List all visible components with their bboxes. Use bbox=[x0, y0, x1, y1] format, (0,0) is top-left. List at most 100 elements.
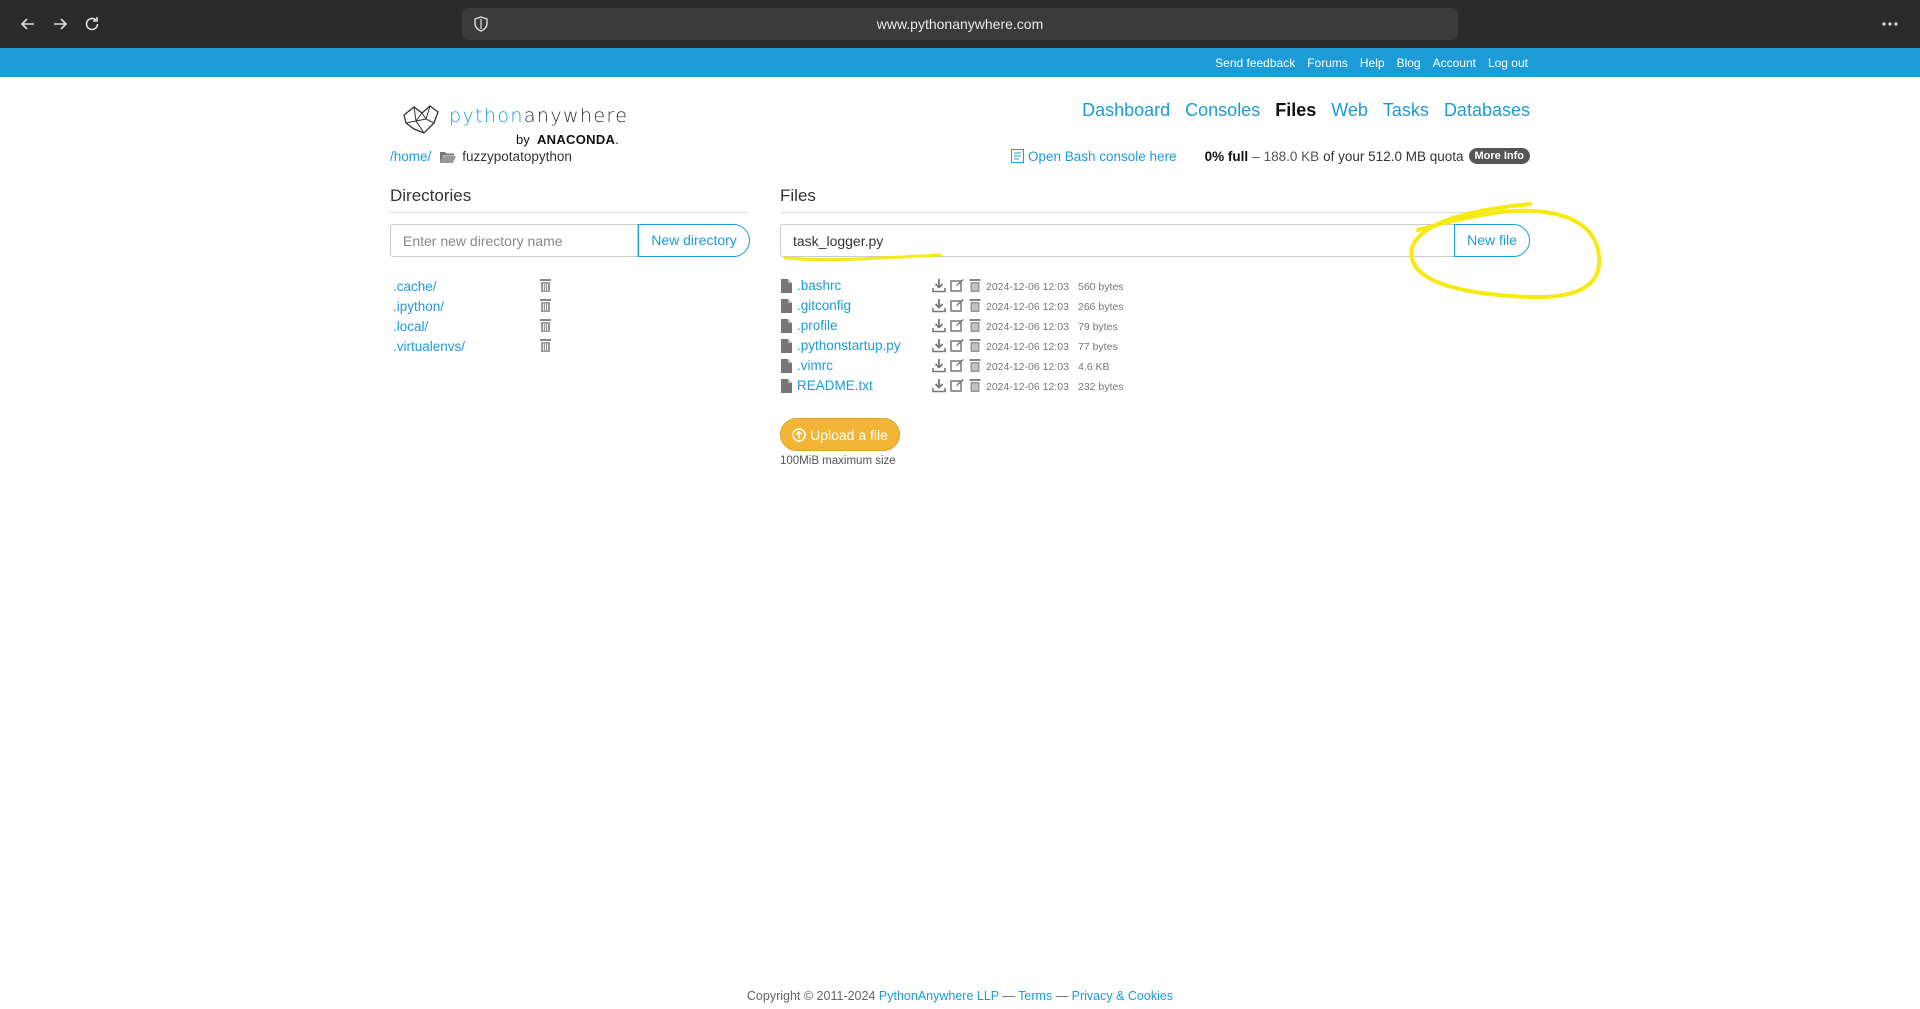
directory-row: .ipython/ bbox=[393, 298, 553, 318]
forums-link[interactable]: Forums bbox=[1307, 56, 1348, 70]
file-icon bbox=[781, 299, 792, 313]
forward-icon[interactable] bbox=[48, 12, 72, 36]
trash-icon[interactable] bbox=[968, 298, 982, 313]
directories-title: Directories bbox=[390, 186, 749, 213]
file-row: README.txt 2024-12-06 12:03 232 bytes bbox=[780, 378, 1140, 398]
nav-files[interactable]: Files bbox=[1275, 100, 1316, 121]
pythonanywhere-logo[interactable]: pythonanywhere by ANACONDA. bbox=[400, 101, 630, 151]
quota-dash: – bbox=[1252, 148, 1260, 164]
nav-dashboard[interactable]: Dashboard bbox=[1082, 100, 1170, 121]
download-icon[interactable] bbox=[932, 338, 946, 353]
main-nav: Dashboard Consoles Files Web Tasks Datab… bbox=[1067, 100, 1530, 121]
file-row: .pythonstartup.py 2024-12-06 12:03 77 byte… bbox=[780, 338, 1140, 358]
trash-icon[interactable] bbox=[968, 378, 982, 393]
file-icon bbox=[781, 359, 792, 373]
trash-icon[interactable] bbox=[539, 338, 552, 353]
help-link[interactable]: Help bbox=[1360, 56, 1385, 70]
file-icon bbox=[781, 319, 792, 333]
browser-toolbar: www.pythonanywhere.com bbox=[0, 0, 1920, 48]
open-bash-console-link[interactable]: Open Bash console here bbox=[1010, 149, 1177, 164]
top-bar: Send feedback Forums Help Blog Account L… bbox=[0, 48, 1920, 77]
account-link[interactable]: Account bbox=[1433, 56, 1476, 70]
directory-link[interactable]: .ipython/ bbox=[393, 299, 444, 314]
edit-icon[interactable] bbox=[950, 298, 964, 313]
privacy-link[interactable]: Privacy & Cookies bbox=[1072, 989, 1173, 1003]
yellow-annotation-highlight bbox=[783, 202, 1602, 300]
edit-icon[interactable] bbox=[950, 318, 964, 333]
footer-sep-1: — bbox=[1002, 989, 1015, 1003]
new-directory-input[interactable] bbox=[390, 224, 638, 257]
upload-label: Upload a file bbox=[810, 426, 888, 443]
logout-link[interactable]: Log out bbox=[1488, 56, 1528, 70]
nav-consoles[interactable]: Consoles bbox=[1185, 100, 1260, 121]
file-size: 232 bytes bbox=[1078, 381, 1124, 393]
blog-link[interactable]: Blog bbox=[1397, 56, 1421, 70]
file-link[interactable]: .pythonstartup.py bbox=[797, 338, 901, 353]
edit-icon[interactable] bbox=[950, 338, 964, 353]
quota-used: 188.0 KB bbox=[1263, 148, 1320, 164]
breadcrumb: /home/ fuzzypotatopython bbox=[390, 149, 572, 164]
edit-icon[interactable] bbox=[950, 278, 964, 293]
file-date: 2024-12-06 12:03 bbox=[986, 281, 1069, 293]
directory-link[interactable]: .cache/ bbox=[393, 279, 437, 294]
send-feedback-link[interactable]: Send feedback bbox=[1215, 56, 1295, 70]
nav-tasks[interactable]: Tasks bbox=[1383, 100, 1429, 121]
address-bar[interactable]: www.pythonanywhere.com bbox=[462, 8, 1458, 40]
console-icon bbox=[1010, 149, 1024, 163]
file-list: .bashrc 2024-12-06 12:03 560 bytes .gitconf… bbox=[780, 278, 1140, 398]
file-link[interactable]: .gitconfig bbox=[797, 298, 851, 313]
trash-icon[interactable] bbox=[968, 318, 982, 333]
terms-link[interactable]: Terms bbox=[1018, 989, 1052, 1003]
edit-icon[interactable] bbox=[950, 358, 964, 373]
quota-bar: Open Bash console here 0% full – 188.0 K… bbox=[1010, 148, 1530, 164]
file-row: .gitconfig 2024-12-06 12:03 266 bytes bbox=[780, 298, 1140, 318]
directory-row: .virtualenvs/ bbox=[393, 338, 553, 358]
directory-list: .cache/ .ipython/ .local/ .virtualenvs/ bbox=[393, 278, 553, 358]
trash-icon[interactable] bbox=[968, 358, 982, 373]
file-link[interactable]: README.txt bbox=[797, 378, 873, 393]
more-info-badge[interactable]: More Info bbox=[1468, 148, 1530, 164]
nav-databases[interactable]: Databases bbox=[1444, 100, 1530, 121]
file-size: 77 bytes bbox=[1078, 341, 1118, 353]
reload-icon[interactable] bbox=[80, 12, 104, 36]
download-icon[interactable] bbox=[932, 358, 946, 373]
new-directory-button[interactable]: New directory bbox=[638, 224, 750, 257]
file-date: 2024-12-06 12:03 bbox=[986, 341, 1069, 353]
download-icon[interactable] bbox=[932, 298, 946, 313]
more-menu-icon[interactable] bbox=[1876, 10, 1904, 38]
file-icon bbox=[781, 379, 792, 393]
trash-icon[interactable] bbox=[539, 298, 552, 313]
back-icon[interactable] bbox=[16, 12, 40, 36]
copyright-text: Copyright © 2011-2024 bbox=[746, 989, 876, 1003]
files-title: Files bbox=[780, 186, 1529, 213]
download-icon[interactable] bbox=[932, 318, 946, 333]
edit-icon[interactable] bbox=[950, 378, 964, 393]
new-file-input[interactable] bbox=[780, 224, 1455, 257]
upload-file-button[interactable]: Upload a file bbox=[780, 418, 900, 451]
new-file-button[interactable]: New file bbox=[1454, 224, 1530, 257]
company-link[interactable]: PythonAnywhere LLP bbox=[879, 989, 999, 1003]
trash-icon[interactable] bbox=[539, 318, 552, 333]
file-link[interactable]: .profile bbox=[797, 318, 838, 333]
download-icon[interactable] bbox=[932, 378, 946, 393]
folder-open-icon bbox=[440, 151, 457, 163]
file-size: 4.6 KB bbox=[1078, 361, 1110, 373]
file-link[interactable]: .bashrc bbox=[797, 278, 841, 293]
trash-icon[interactable] bbox=[968, 278, 982, 293]
breadcrumb-current: fuzzypotatopython bbox=[462, 149, 572, 164]
upload-icon bbox=[792, 427, 806, 442]
download-icon[interactable] bbox=[932, 278, 946, 293]
file-icon bbox=[781, 339, 792, 353]
trash-icon[interactable] bbox=[539, 278, 552, 293]
file-size: 266 bytes bbox=[1078, 301, 1124, 313]
directory-link[interactable]: .virtualenvs/ bbox=[393, 339, 465, 354]
file-date: 2024-12-06 12:03 bbox=[986, 321, 1069, 333]
file-row: .profile 2024-12-06 12:03 79 bytes bbox=[780, 318, 1140, 338]
file-link[interactable]: .vimrc bbox=[797, 358, 833, 373]
directory-link[interactable]: .local/ bbox=[393, 319, 428, 334]
footer-sep-2: — bbox=[1055, 989, 1069, 1003]
trash-icon[interactable] bbox=[968, 338, 982, 353]
top-links: Send feedback Forums Help Blog Account L… bbox=[1203, 48, 1528, 77]
nav-web[interactable]: Web bbox=[1331, 100, 1368, 121]
breadcrumb-home[interactable]: /home/ bbox=[390, 149, 431, 164]
